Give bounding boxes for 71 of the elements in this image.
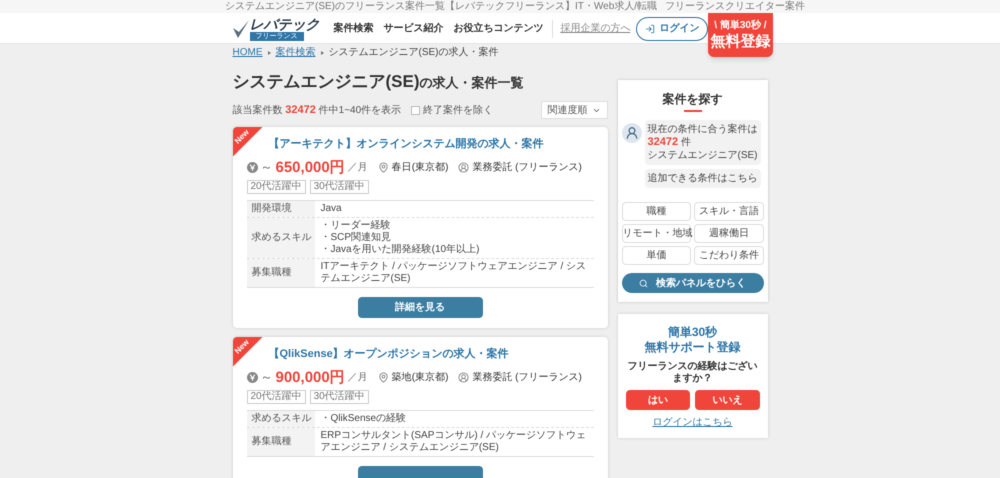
no-button[interactable]: いいえ bbox=[695, 390, 760, 410]
logo-name: レバテック bbox=[250, 16, 320, 32]
details-button[interactable]: 詳細を見る bbox=[358, 297, 482, 318]
search-panel-button[interactable]: 検索パネルをひらく bbox=[622, 273, 764, 293]
login-link[interactable]: ログインはこちら bbox=[652, 415, 732, 430]
sort-dropdown[interactable]: 関連度順 bbox=[540, 101, 608, 119]
result-message: 現在の条件に合う案件は 32472 件 システムエンジニア(SE) bbox=[644, 120, 760, 165]
page-title: システムエンジニア(SE)の求人・案件一覧 bbox=[232, 71, 524, 93]
detail-value: ・リーダー経験 ・SCP関連知見 ・Javaを用いた開発経験(10年以上) bbox=[320, 219, 480, 257]
tag: 20代活躍中 bbox=[246, 390, 306, 404]
nav-link[interactable]: 案件検索 bbox=[334, 21, 374, 36]
price-unit: ／月 bbox=[348, 370, 368, 384]
filter-button[interactable]: 職種 bbox=[622, 202, 691, 221]
top-link[interactable]: IT・Web求人/転職 bbox=[575, 2, 658, 12]
filter-button[interactable]: リモート・地域 bbox=[622, 224, 691, 243]
detail-value: ・QlikSenseの経験 bbox=[320, 412, 408, 426]
avatar-icon bbox=[622, 123, 642, 143]
filter-button[interactable]: こだわり条件 bbox=[694, 246, 764, 265]
recruiter-link[interactable]: 採用企業の方へ bbox=[560, 21, 630, 36]
detail-value: Java bbox=[320, 202, 343, 216]
price: 650,000円 bbox=[276, 160, 345, 174]
result-count-text: 該当案件数 32472 件中1~40件を表示 bbox=[232, 102, 402, 118]
filter-button[interactable]: 週稼働日 bbox=[694, 224, 764, 243]
filter-button[interactable]: スキル・言語 bbox=[694, 202, 764, 221]
yen-coin-icon bbox=[246, 372, 258, 382]
tag: 30代活躍中 bbox=[310, 180, 369, 194]
detail-value: ERPコンサルタント(SAPコンサル) / パッケージソフトウェアエンジニア / システムエンジニア(SE) bbox=[320, 429, 588, 455]
breadcrumb-current: システムエンジニア(SE)の求人・案件 bbox=[328, 46, 498, 58]
location: 築地(東京都) bbox=[392, 370, 448, 384]
search-icon bbox=[639, 278, 648, 288]
experience-question: フリーランスの経験はございますか？ bbox=[626, 361, 758, 385]
contract-type: 業務委託 (フリーランス) bbox=[472, 370, 582, 384]
exclude-closed-checkbox[interactable] bbox=[411, 106, 420, 114]
breadcrumb-link[interactable]: 案件検索 bbox=[276, 46, 316, 58]
detail-label: 募集職種 bbox=[252, 436, 292, 448]
login-icon bbox=[645, 24, 656, 34]
detail-value: ITアーキテクト / パッケージソフトウェアエンジニア / システムエンジニア(SE) bbox=[320, 260, 588, 286]
yen-coin-icon bbox=[246, 162, 258, 172]
breadcrumb-separator-icon bbox=[320, 50, 324, 54]
detail-label: 募集職種 bbox=[252, 267, 292, 279]
location-pin-icon bbox=[378, 162, 389, 172]
nav-link[interactable]: サービス紹介 bbox=[384, 21, 444, 36]
filter-button[interactable]: 単価 bbox=[622, 246, 691, 265]
price-prefix: ～ bbox=[260, 369, 272, 386]
tag: 30代活躍中 bbox=[310, 390, 369, 404]
breadcrumb-separator-icon bbox=[268, 50, 270, 54]
person-icon bbox=[458, 372, 470, 382]
job-title-link[interactable]: 【アーキテクト】オンラインシステム開発の求人・案件 bbox=[268, 137, 544, 151]
detail-label: 求めるスキル bbox=[252, 232, 312, 244]
breadcrumb-link[interactable]: HOME bbox=[232, 46, 262, 58]
job-title-link[interactable]: 【QlikSense】オープンポジションの求人・案件 bbox=[268, 347, 509, 361]
detail-label: 開発環境 bbox=[252, 203, 292, 215]
site-tagline: システムエンジニア(SE)のフリーランス案件一覧【レバテックフリーランス】 bbox=[225, 2, 575, 12]
yes-button[interactable]: はい bbox=[626, 390, 690, 410]
location-pin-icon bbox=[378, 372, 389, 382]
contract-type: 業務委託 (フリーランス) bbox=[472, 160, 582, 174]
logo-check-icon bbox=[232, 20, 248, 38]
top-link[interactable]: フリーランスクリエイター案件 bbox=[665, 2, 806, 12]
addable-conditions-message: 追加できる条件はこちら bbox=[644, 169, 760, 188]
nav-link[interactable]: お役立ちコンテンツ bbox=[454, 21, 544, 36]
search-panel-title: 案件を探す bbox=[662, 91, 724, 108]
signup-button[interactable]: \ 簡単30秒 / 無料登録 bbox=[708, 13, 772, 57]
tag: 20代活躍中 bbox=[246, 180, 306, 194]
support-title: 簡単30秒 無料サポート登録 bbox=[644, 325, 740, 355]
exclude-closed-label: 終了案件を除く bbox=[423, 104, 494, 118]
price-prefix: ～ bbox=[260, 159, 272, 176]
price-unit: ／月 bbox=[348, 160, 368, 174]
location: 春日(東京都) bbox=[392, 160, 448, 174]
person-icon bbox=[458, 162, 470, 172]
price: 900,000円 bbox=[276, 370, 345, 384]
detail-label: 求めるスキル bbox=[252, 413, 312, 425]
